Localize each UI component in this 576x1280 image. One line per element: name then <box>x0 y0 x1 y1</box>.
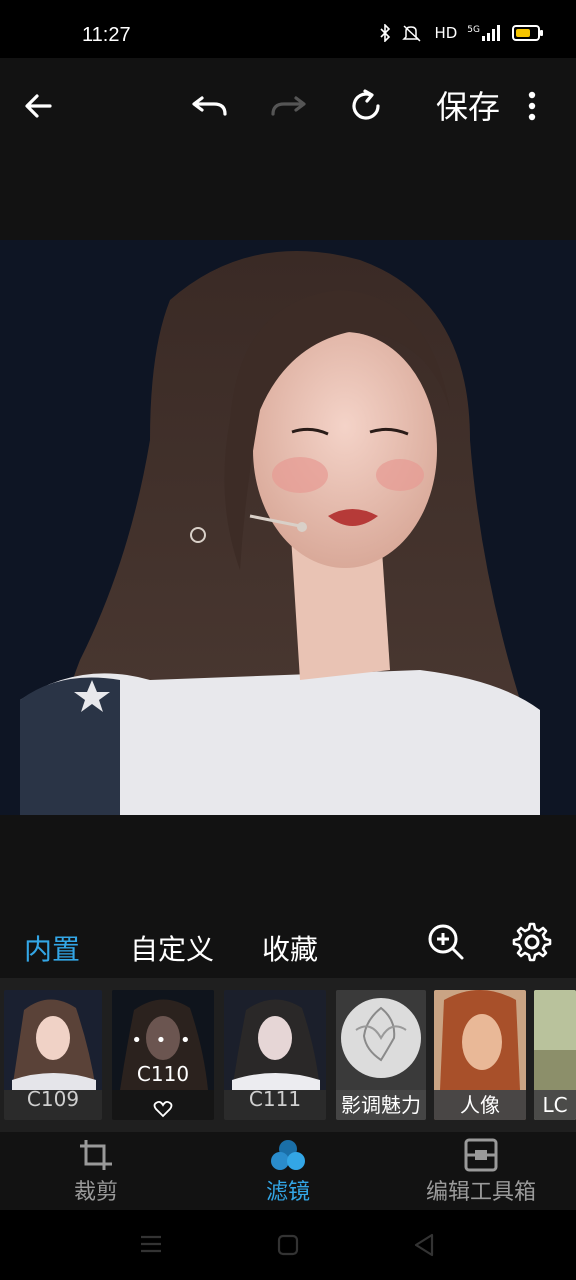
status-time: 11:27 <box>82 24 131 46</box>
redo-button[interactable] <box>260 80 316 132</box>
zoom-in-button[interactable] <box>426 922 466 962</box>
hd-icon: HD <box>434 24 458 42</box>
filter-options-dots[interactable]: • • • <box>112 1030 214 1051</box>
filter-thumb-lc[interactable]: LC <box>534 990 576 1120</box>
nav-filter-label: 滤镜 <box>265 1180 310 1205</box>
undo-button[interactable] <box>182 80 238 132</box>
nav-crop[interactable]: 裁剪 <box>60 1138 132 1206</box>
tab-builtin[interactable]: 内置 <box>24 928 80 968</box>
filter-thumb-c109[interactable]: C109 <box>4 990 102 1120</box>
save-button[interactable]: 保存 <box>436 82 500 128</box>
tab-custom[interactable]: 自定义 <box>130 928 214 968</box>
photo-canvas[interactable] <box>0 240 576 815</box>
heart-icon <box>153 1100 173 1118</box>
filter-icon <box>252 1138 324 1172</box>
filter-label: LC <box>534 1090 576 1120</box>
mute-icon <box>402 24 424 42</box>
filter-label: C109 <box>26 1087 80 1111</box>
menu-button[interactable] <box>140 1234 162 1254</box>
status-bar: 11:27 HD 5G <box>0 0 576 58</box>
filter-tabs: 内置 自定义 收藏 <box>0 910 576 978</box>
back-button[interactable] <box>10 80 66 132</box>
tab-favorites[interactable]: 收藏 <box>262 928 318 968</box>
status-icons: HD 5G <box>378 24 543 42</box>
system-back-button[interactable] <box>412 1232 436 1258</box>
reset-button[interactable] <box>338 80 394 132</box>
favorite-button[interactable] <box>112 1100 214 1118</box>
filter-label: 影调魅力 <box>336 1090 426 1120</box>
filter-strip: C109 • • • C110 C111 影调魅力 人像 LC <box>0 978 576 1132</box>
back-triangle-icon <box>412 1232 436 1258</box>
more-button[interactable] <box>506 80 558 132</box>
signal-5g-icon: 5G <box>467 25 502 41</box>
filter-label: C110 <box>136 1062 190 1086</box>
filter-thumb-tone[interactable]: 影调魅力 <box>336 990 426 1120</box>
bluetooth-icon <box>378 24 392 42</box>
home-square-icon <box>277 1234 299 1256</box>
bottom-nav: 裁剪 滤镜 编辑工具箱 <box>0 1132 576 1210</box>
gear-icon <box>512 922 552 962</box>
undo-icon <box>190 90 230 122</box>
nav-crop-label: 裁剪 <box>73 1180 118 1205</box>
filter-thumb-c111[interactable]: C111 <box>224 990 326 1120</box>
system-nav-bar <box>0 1210 576 1280</box>
reset-icon <box>348 88 384 124</box>
nav-toolbox[interactable]: 编辑工具箱 <box>416 1138 546 1206</box>
arrow-left-icon <box>22 90 54 122</box>
redo-icon <box>268 90 308 122</box>
more-vertical-icon <box>527 91 537 121</box>
nav-filter[interactable]: 滤镜 <box>252 1138 324 1206</box>
filter-thumb-c110[interactable]: • • • C110 <box>112 990 214 1120</box>
nav-toolbox-label: 编辑工具箱 <box>425 1180 536 1205</box>
portrait-image <box>0 240 576 815</box>
battery-icon <box>512 25 543 41</box>
filter-label: C111 <box>248 1087 302 1111</box>
filter-settings-button[interactable] <box>512 922 552 962</box>
menu-icon <box>140 1234 162 1254</box>
top-toolbar: 保存 <box>0 58 576 150</box>
filter-label: 人像 <box>434 1090 526 1120</box>
crop-icon <box>60 1138 132 1172</box>
toolbox-icon <box>416 1138 546 1172</box>
zoom-in-icon <box>426 922 466 962</box>
home-button[interactable] <box>277 1234 299 1256</box>
filter-thumb-portrait[interactable]: 人像 <box>434 990 526 1120</box>
